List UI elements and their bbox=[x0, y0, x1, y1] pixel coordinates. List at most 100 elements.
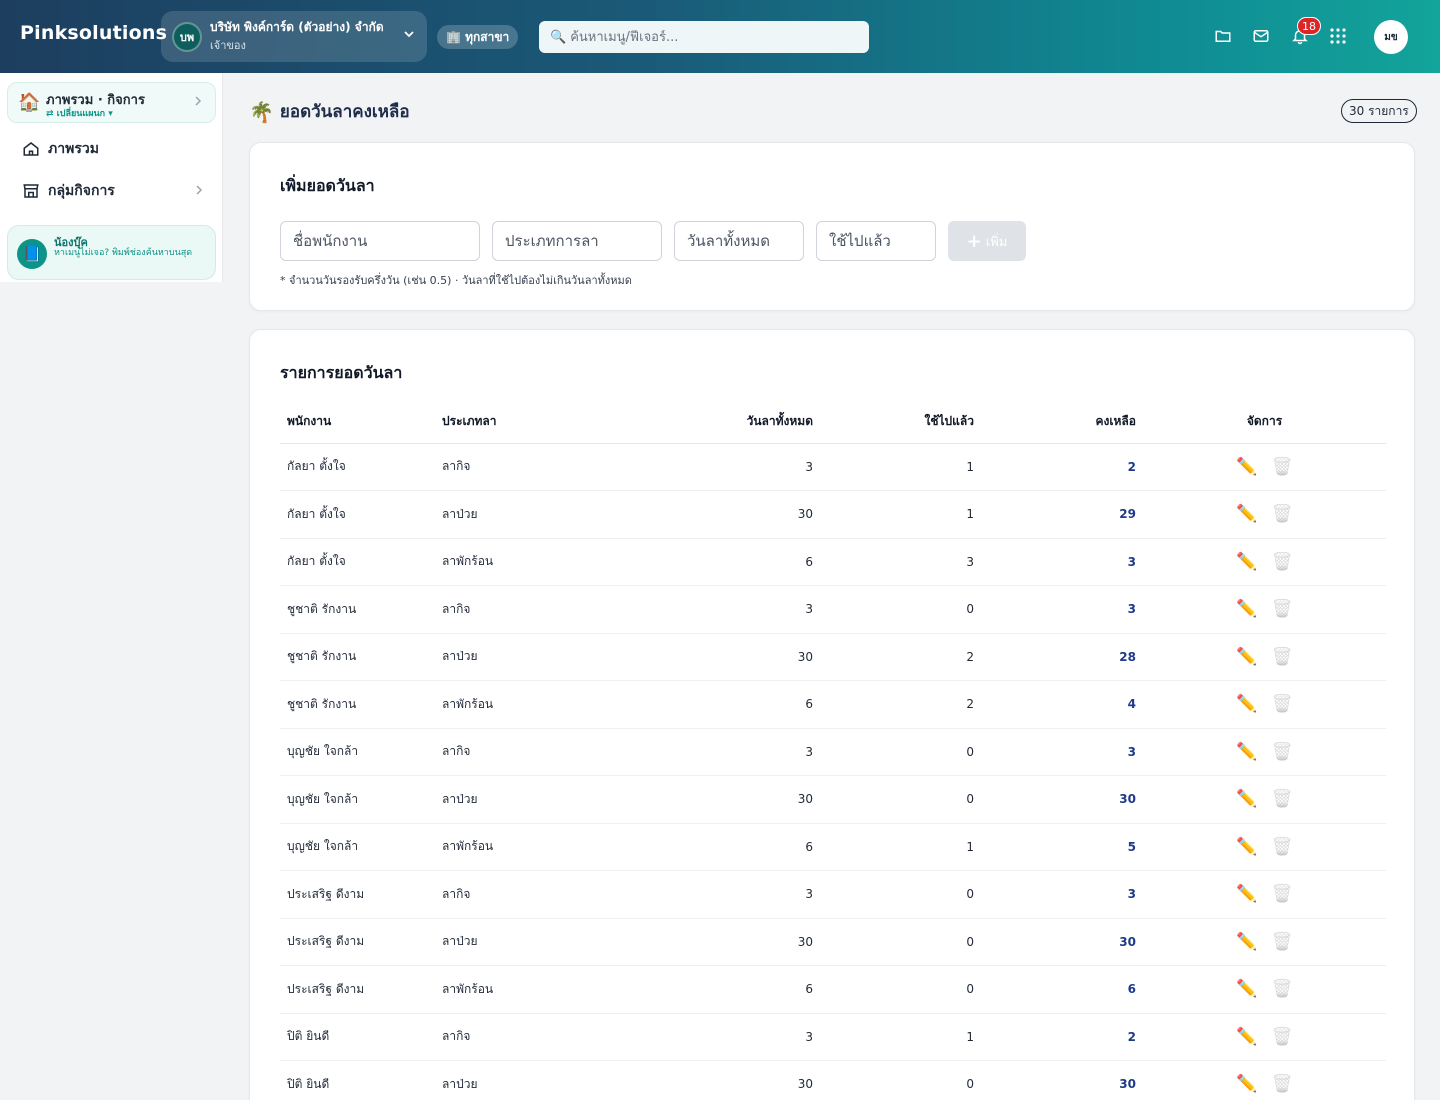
cell-remaining: 3 bbox=[981, 870, 1143, 919]
edit-pencil-icon[interactable]: ✏️ bbox=[1236, 647, 1257, 667]
cell-total-days: 30 bbox=[655, 633, 820, 681]
switch-department-link[interactable]: ⇄ เปลี่ยนแผนก ▾ bbox=[46, 106, 113, 120]
table-row: กัลยา ตั้งใจ ลาป่วย 30 1 29 ✏️ 🗑️ bbox=[280, 490, 1386, 539]
branch-selector[interactable]: 🏢 ทุกสาขา bbox=[437, 25, 519, 49]
delete-trash-icon[interactable]: 🗑️ bbox=[1272, 457, 1293, 477]
delete-trash-icon[interactable]: 🗑️ bbox=[1272, 837, 1293, 857]
cell-used: 0 bbox=[820, 775, 981, 824]
page-title: ยอดวันลาคงเหลือ bbox=[279, 102, 410, 122]
table-row: ปิติ ยินดี ลาป่วย 30 0 30 ✏️ 🗑️ bbox=[280, 1060, 1386, 1100]
cell-total-days: 6 bbox=[655, 823, 820, 871]
brand-logo[interactable]: Pinksolutions bbox=[20, 22, 167, 44]
apps-grid-icon[interactable] bbox=[1328, 26, 1348, 46]
delete-trash-icon[interactable]: 🗑️ bbox=[1272, 599, 1293, 619]
cell-used: 3 bbox=[820, 538, 981, 586]
edit-pencil-icon[interactable]: ✏️ bbox=[1236, 789, 1257, 809]
sidebar-item-business-group[interactable]: กลุ่มกิจการ bbox=[7, 173, 216, 209]
user-avatar[interactable]: มข bbox=[1374, 20, 1408, 54]
mail-icon[interactable] bbox=[1251, 26, 1271, 46]
cell-total-days: 3 bbox=[655, 870, 820, 919]
delete-trash-icon[interactable]: 🗑️ bbox=[1272, 504, 1293, 524]
plus-icon: + bbox=[966, 230, 982, 252]
assistant-helper[interactable]: 📘 น้องบุ๊ค หาเมนูไม่เจอ? พิมพ์ช่องค้นหาบ… bbox=[7, 225, 216, 280]
home-icon bbox=[21, 139, 41, 159]
edit-pencil-icon[interactable]: ✏️ bbox=[1236, 457, 1257, 477]
cell-total-days: 3 bbox=[655, 585, 820, 634]
edit-pencil-icon[interactable]: ✏️ bbox=[1236, 694, 1257, 714]
cell-actions: ✏️ 🗑️ bbox=[1143, 965, 1386, 1014]
table-row: บุญชัย ใจกล้า ลาป่วย 30 0 30 ✏️ 🗑️ bbox=[280, 775, 1386, 824]
cell-used: 0 bbox=[820, 965, 981, 1014]
edit-pencil-icon[interactable]: ✏️ bbox=[1236, 504, 1257, 524]
delete-trash-icon[interactable]: 🗑️ bbox=[1272, 1027, 1293, 1047]
cell-used: 2 bbox=[820, 680, 981, 729]
cell-total-days: 30 bbox=[655, 490, 820, 539]
leave-list-title: รายการยอดวันลา bbox=[280, 363, 403, 382]
column-used: ใช้ไปแล้ว bbox=[820, 401, 981, 444]
cell-leave-type: ลาพักร้อน bbox=[435, 965, 655, 1014]
cell-actions: ✏️ 🗑️ bbox=[1143, 1013, 1386, 1061]
top-bar: Pinksolutions บพ บริษัท พิงค์การ์ด (ตัวอ… bbox=[0, 0, 1440, 73]
cell-actions: ✏️ 🗑️ bbox=[1143, 633, 1386, 681]
used-days-input[interactable] bbox=[816, 221, 936, 261]
edit-pencil-icon[interactable]: ✏️ bbox=[1236, 742, 1257, 762]
edit-pencil-icon[interactable]: ✏️ bbox=[1236, 1027, 1257, 1047]
edit-pencil-icon[interactable]: ✏️ bbox=[1236, 884, 1257, 904]
edit-pencil-icon[interactable]: ✏️ bbox=[1236, 932, 1257, 952]
delete-trash-icon[interactable]: 🗑️ bbox=[1272, 789, 1293, 809]
table-row: ประเสริฐ ดีงาม ลากิจ 3 0 3 ✏️ 🗑️ bbox=[280, 870, 1386, 919]
cell-employee: กัลยา ตั้งใจ bbox=[280, 443, 435, 491]
cell-remaining: 29 bbox=[981, 490, 1143, 539]
cell-leave-type: ลากิจ bbox=[435, 728, 655, 776]
notification-badge: 18 bbox=[1297, 17, 1321, 35]
helper-text: หาเมนูไม่เจอ? พิมพ์ช่องค้นหาบนสุด bbox=[54, 248, 193, 258]
cell-actions: ✏️ 🗑️ bbox=[1143, 443, 1386, 491]
leave-list-card: รายการยอดวันลา พนักงาน ประเภทลา วันลาทั้… bbox=[249, 329, 1415, 1100]
cell-leave-type: ลาพักร้อน bbox=[435, 823, 655, 871]
edit-pencil-icon[interactable]: ✏️ bbox=[1236, 1074, 1257, 1094]
delete-trash-icon[interactable]: 🗑️ bbox=[1272, 1074, 1293, 1094]
add-leave-card: เพิ่มยอดวันลา + เพิ่ม * จำนวนวันรองรับคร… bbox=[249, 142, 1415, 311]
table-row: ชูชาติ รักงาน ลาป่วย 30 2 28 ✏️ 🗑️ bbox=[280, 633, 1386, 681]
cell-actions: ✏️ 🗑️ bbox=[1143, 728, 1386, 776]
edit-pencil-icon[interactable]: ✏️ bbox=[1236, 599, 1257, 619]
page-header: 🌴 ยอดวันลาคงเหลือ bbox=[249, 98, 410, 125]
record-count-badge: 30 รายการ bbox=[1341, 99, 1417, 123]
cell-actions: ✏️ 🗑️ bbox=[1143, 918, 1386, 966]
delete-trash-icon[interactable]: 🗑️ bbox=[1272, 647, 1293, 667]
chevron-down-icon bbox=[403, 28, 415, 43]
table-row: กัลยา ตั้งใจ ลากิจ 3 1 2 ✏️ 🗑️ bbox=[280, 443, 1386, 491]
sidebar-item-overview[interactable]: ภาพรวม bbox=[7, 131, 216, 167]
table-row: กัลยา ตั้งใจ ลาพักร้อน 6 3 3 ✏️ 🗑️ bbox=[280, 538, 1386, 586]
cell-used: 1 bbox=[820, 823, 981, 871]
total-days-input[interactable] bbox=[674, 221, 804, 261]
cell-total-days: 6 bbox=[655, 680, 820, 729]
add-leave-title: เพิ่มยอดวันลา bbox=[280, 176, 375, 195]
delete-trash-icon[interactable]: 🗑️ bbox=[1272, 932, 1293, 952]
cell-employee: ประเสริฐ ดีงาม bbox=[280, 918, 435, 966]
delete-trash-icon[interactable]: 🗑️ bbox=[1272, 884, 1293, 904]
edit-pencil-icon[interactable]: ✏️ bbox=[1236, 979, 1257, 999]
search-input[interactable] bbox=[570, 29, 861, 45]
form-hint: * จำนวนวันรองรับครึ่งวัน (เช่น 0.5) · วั… bbox=[280, 274, 632, 287]
add-button[interactable]: + เพิ่ม bbox=[948, 221, 1026, 261]
cell-remaining: 3 bbox=[981, 585, 1143, 634]
cell-actions: ✏️ 🗑️ bbox=[1143, 490, 1386, 539]
delete-trash-icon[interactable]: 🗑️ bbox=[1272, 979, 1293, 999]
cell-employee: ชูชาติ รักงาน bbox=[280, 633, 435, 681]
edit-pencil-icon[interactable]: ✏️ bbox=[1236, 552, 1257, 572]
leave-type-input[interactable] bbox=[492, 221, 662, 261]
folder-icon[interactable] bbox=[1213, 26, 1233, 46]
workspace-card[interactable]: 🏠 ภาพรวม · กิจการ ⇄ เปลี่ยนแผนก ▾ bbox=[7, 82, 216, 123]
delete-trash-icon[interactable]: 🗑️ bbox=[1272, 742, 1293, 762]
cell-employee: ปิติ ยินดี bbox=[280, 1013, 435, 1061]
edit-pencil-icon[interactable]: ✏️ bbox=[1236, 837, 1257, 857]
cell-employee: บุญชัย ใจกล้า bbox=[280, 728, 435, 776]
cell-actions: ✏️ 🗑️ bbox=[1143, 775, 1386, 824]
delete-trash-icon[interactable]: 🗑️ bbox=[1272, 552, 1293, 572]
company-switcher[interactable]: บพ บริษัท พิงค์การ์ด (ตัวอย่าง) จำกัด เจ… bbox=[161, 11, 427, 62]
column-leave-type: ประเภทลา bbox=[435, 401, 655, 444]
cell-actions: ✏️ 🗑️ bbox=[1143, 1060, 1386, 1100]
delete-trash-icon[interactable]: 🗑️ bbox=[1272, 694, 1293, 714]
employee-name-input[interactable] bbox=[280, 221, 480, 261]
